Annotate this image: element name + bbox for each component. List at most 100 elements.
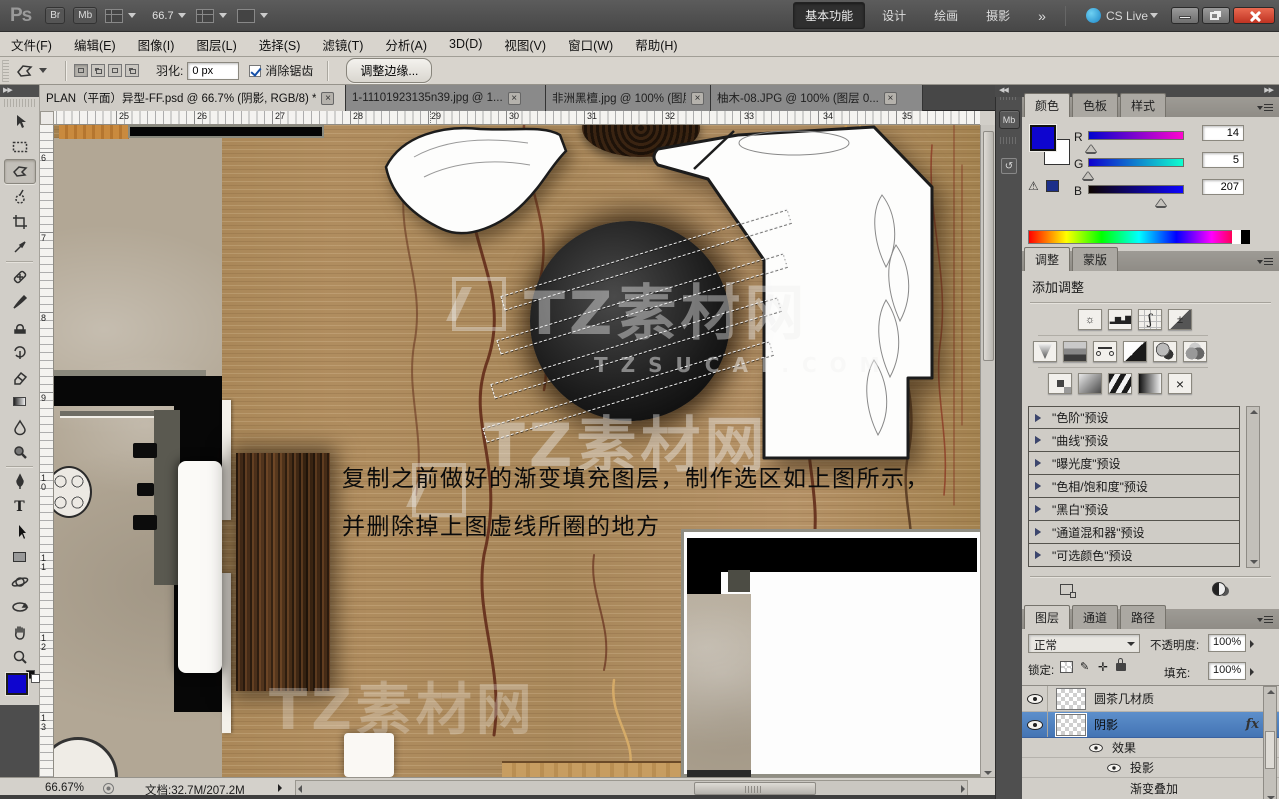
path-selection-tool[interactable] <box>4 519 36 544</box>
gamut-swatch[interactable] <box>1046 180 1059 192</box>
restore-button[interactable] <box>1202 7 1230 24</box>
gradient-map-icon[interactable] <box>1138 373 1162 394</box>
menu-select[interactable]: 选择(S) <box>248 35 312 54</box>
vertical-scrollbar[interactable] <box>980 125 995 777</box>
shape-tool[interactable] <box>4 544 36 569</box>
collapse-right-icon[interactable]: ▶▶ <box>1264 85 1273 97</box>
brightness-contrast-icon[interactable]: ☼ <box>1078 309 1102 330</box>
feather-input[interactable] <box>187 62 239 80</box>
posterize-icon[interactable] <box>1078 373 1102 394</box>
chevron-down-icon[interactable] <box>128 13 136 18</box>
selection-intersect-icon[interactable] <box>125 64 139 77</box>
black-white-icon[interactable] <box>1123 341 1147 362</box>
menu-filter[interactable]: 滤镜(T) <box>311 35 374 54</box>
menu-layer[interactable]: 图层(L) <box>185 35 247 54</box>
tab-masks[interactable]: 蒙版 <box>1072 247 1118 271</box>
view-extras-icon[interactable] <box>105 9 123 23</box>
mini-bridge-panel-icon[interactable]: Mb <box>999 110 1020 129</box>
b-slider-thumb[interactable] <box>1156 194 1166 206</box>
levels-icon[interactable]: ▂▆▃▇ <box>1108 309 1132 330</box>
mini-bridge-button[interactable]: Mb <box>73 7 97 24</box>
eraser-tool[interactable] <box>4 364 36 389</box>
presets-scrollbar[interactable] <box>1246 406 1260 568</box>
eyedropper-tool[interactable] <box>4 234 36 259</box>
refine-edge-button[interactable]: 调整边缘... <box>346 58 432 83</box>
photo-filter-icon[interactable] <box>1153 341 1177 362</box>
tab-ebony-jpg[interactable]: 非洲黑檀.jpg @ 100% (图层 ... × <box>546 85 711 111</box>
eye-icon[interactable] <box>1089 743 1103 752</box>
preset-levels[interactable]: "色阶"预设 <box>1028 406 1240 429</box>
g-value[interactable] <box>1202 152 1244 168</box>
menu-file[interactable]: 文件(F) <box>0 35 63 54</box>
effect-row-gradient-overlay[interactable]: 渐变叠加 <box>1022 778 1279 798</box>
color-spectrum-ramp[interactable] <box>1028 230 1250 244</box>
polygonal-lasso-tool-icon[interactable] <box>15 62 37 80</box>
menu-window[interactable]: 窗口(W) <box>557 35 624 54</box>
r-slider[interactable] <box>1088 131 1184 140</box>
selective-color-icon[interactable]: × <box>1168 373 1192 394</box>
close-button[interactable] <box>1233 7 1275 24</box>
panel-menu-icon[interactable] <box>1257 257 1273 266</box>
panel-menu-icon[interactable] <box>1257 615 1273 624</box>
dock-grip[interactable] <box>1000 137 1018 144</box>
pen-tool[interactable] <box>4 469 36 494</box>
healing-brush-tool[interactable] <box>4 264 36 289</box>
b-value[interactable] <box>1202 179 1244 195</box>
scroll-up-icon[interactable] <box>1250 410 1258 414</box>
horizontal-scroll-thumb[interactable] <box>694 782 816 795</box>
scroll-right-icon[interactable] <box>961 785 965 793</box>
invert-icon[interactable] <box>1048 373 1072 394</box>
menu-view[interactable]: 视图(V) <box>493 35 557 54</box>
close-icon[interactable]: × <box>508 92 521 105</box>
selection-new-icon[interactable] <box>74 64 88 77</box>
layer-thumbnail[interactable] <box>1056 688 1086 710</box>
quick-selection-tool[interactable] <box>4 184 36 209</box>
drag-grip[interactable] <box>2 60 9 82</box>
visibility-toggle[interactable] <box>1022 712 1048 737</box>
tab-adjustments[interactable]: 调整 <box>1024 247 1070 271</box>
workspace-photography[interactable]: 摄影 <box>975 3 1021 28</box>
3d-rotate-tool[interactable] <box>4 569 36 594</box>
exposure-icon[interactable]: ± <box>1168 309 1192 330</box>
menu-analysis[interactable]: 分析(A) <box>374 35 438 54</box>
tab-paths[interactable]: 路径 <box>1120 605 1166 629</box>
foreground-swatch[interactable] <box>1030 125 1056 151</box>
3d-orbit-tool[interactable] <box>4 594 36 619</box>
default-colors-icon[interactable] <box>26 670 40 682</box>
workspace-more-chevron[interactable]: » <box>1027 4 1057 28</box>
scroll-up-icon[interactable] <box>1267 690 1275 694</box>
menu-help[interactable]: 帮助(H) <box>624 35 688 54</box>
zoom-tool[interactable] <box>4 644 36 669</box>
close-icon[interactable]: × <box>691 92 704 105</box>
marquee-tool[interactable] <box>4 134 36 159</box>
preset-black-white[interactable]: "黑白"预设 <box>1028 498 1240 521</box>
lock-all-icon[interactable] <box>1116 663 1126 671</box>
cs-live-label[interactable]: CS Live <box>1106 9 1148 23</box>
color-balance-icon[interactable] <box>1093 341 1117 362</box>
collapse-tools-icon[interactable]: ▶▶ <box>0 85 39 97</box>
horizontal-ruler[interactable]: 2526 2728 2930 3132 3334 35 <box>54 111 980 125</box>
tab-color[interactable]: 颜色 <box>1024 93 1070 117</box>
gradient-tool[interactable] <box>4 389 36 414</box>
tab-layers[interactable]: 图层 <box>1024 605 1070 629</box>
blend-mode-select[interactable]: 正常 <box>1028 634 1140 653</box>
menu-image[interactable]: 图像(I) <box>127 35 186 54</box>
vibrance-icon[interactable] <box>1033 341 1057 362</box>
fill-spinner-icon[interactable] <box>1250 668 1254 676</box>
panel-menu-icon[interactable] <box>1257 103 1273 112</box>
tab-plan-psd[interactable]: PLAN（平面）异型-FF.psd @ 66.7% (阴影, RGB/8) * … <box>40 85 346 111</box>
preset-selective-color[interactable]: "可选颜色"预设 <box>1028 544 1240 567</box>
arrange-documents-icon[interactable] <box>196 9 214 23</box>
selection-add-icon[interactable] <box>91 64 105 77</box>
ruler-corner[interactable] <box>40 111 54 125</box>
preset-curves[interactable]: "曲线"预设 <box>1028 429 1240 452</box>
selection-subtract-icon[interactable] <box>108 64 122 77</box>
bridge-button[interactable]: Br <box>45 7 65 24</box>
chevron-down-icon[interactable] <box>1150 13 1158 18</box>
brush-tool[interactable] <box>4 289 36 314</box>
zoom-level[interactable]: 66.7 <box>152 10 173 22</box>
status-menu-icon[interactable] <box>278 784 282 792</box>
menu-3d[interactable]: 3D(D) <box>438 37 493 51</box>
antialias-label[interactable]: 消除锯齿 <box>265 62 313 79</box>
return-to-list-icon[interactable] <box>1060 584 1073 595</box>
